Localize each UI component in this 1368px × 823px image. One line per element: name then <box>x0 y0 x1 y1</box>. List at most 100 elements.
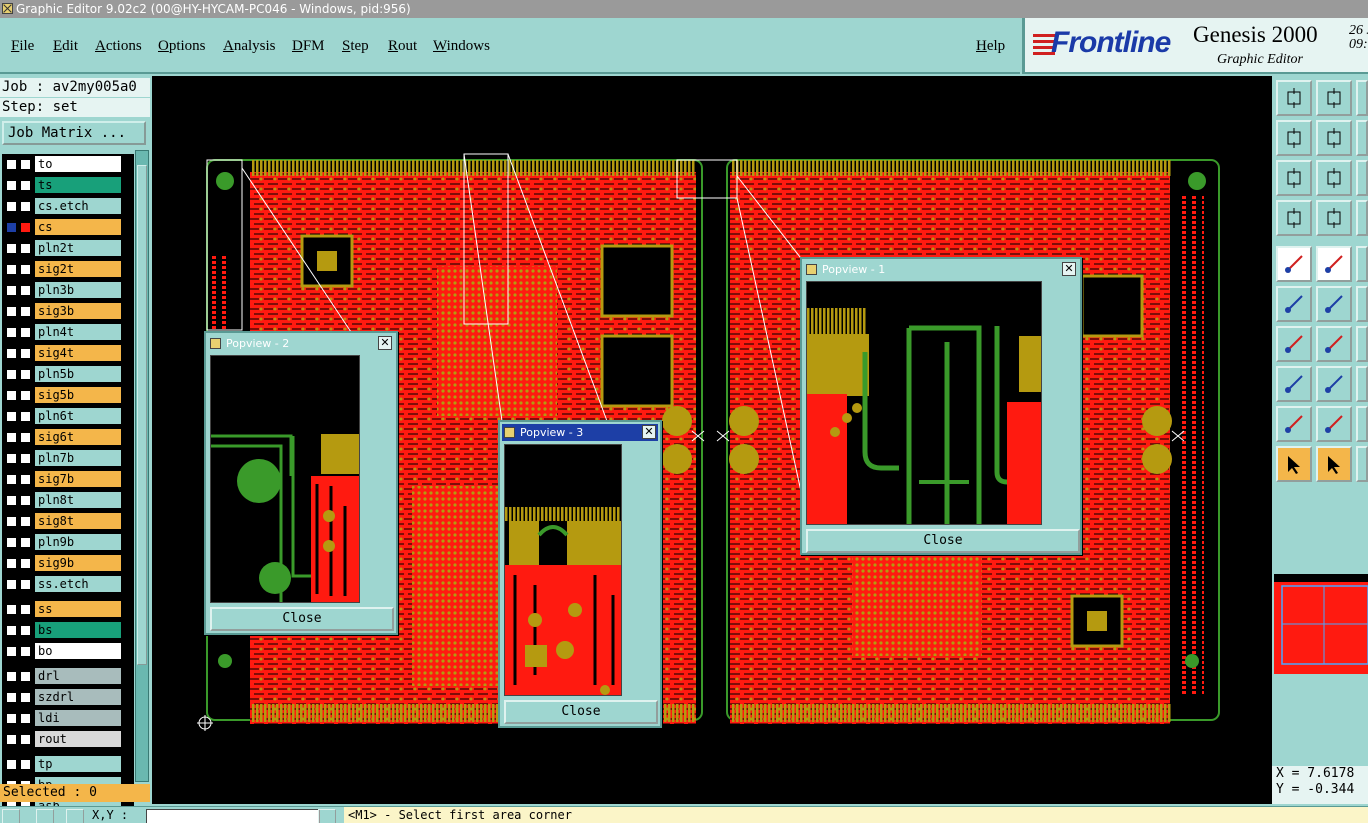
layer-display-checkbox[interactable] <box>20 411 31 422</box>
layer-row-sig3b[interactable]: sig3b <box>2 303 122 319</box>
popview-2-titlebar[interactable]: Popview - 2 ✕ <box>208 335 394 352</box>
layer-row-ts[interactable]: ts <box>2 177 122 193</box>
popview-2-close-button[interactable]: Close <box>210 607 394 631</box>
layer-row-ss-etch[interactable]: ss.etch <box>2 576 122 592</box>
popview-3[interactable]: Popview - 3 ✕ Close <box>498 420 662 728</box>
layer-affected-checkbox[interactable] <box>6 646 17 657</box>
layer-affected-checkbox[interactable] <box>6 369 17 380</box>
layer-display-checkbox[interactable] <box>20 369 31 380</box>
line-add-button[interactable] <box>1316 246 1352 282</box>
scroll-thumb[interactable] <box>137 165 147 665</box>
layer-row-to[interactable]: to <box>2 156 122 172</box>
layer-affected-checkbox[interactable] <box>6 474 17 485</box>
tool-button-partial[interactable] <box>1356 326 1368 362</box>
layer-row-cs[interactable]: cs <box>2 219 122 235</box>
triangle-button[interactable] <box>1276 406 1312 442</box>
layer-display-checkbox[interactable] <box>20 604 31 615</box>
close-icon[interactable]: ✕ <box>1062 262 1076 276</box>
menu-actions[interactable]: Actions <box>95 38 142 55</box>
menu-rout[interactable]: Rout <box>388 38 417 55</box>
layer-display-checkbox[interactable] <box>20 327 31 338</box>
zoom-center-button[interactable] <box>1316 160 1352 196</box>
layer-affected-checkbox[interactable] <box>6 390 17 401</box>
layer-row-sig4t[interactable]: sig4t <box>2 345 122 361</box>
popview-1-view[interactable] <box>806 281 1042 525</box>
layer-display-checkbox[interactable] <box>20 734 31 745</box>
layer-affected-checkbox[interactable] <box>6 180 17 191</box>
layer-affected-checkbox[interactable] <box>6 159 17 170</box>
layer-affected-checkbox[interactable] <box>6 243 17 254</box>
menu-file[interactable]: File <box>11 38 34 55</box>
tool-button-partial[interactable] <box>1356 120 1368 156</box>
layer-row-sig8t[interactable]: sig8t <box>2 513 122 529</box>
layer-display-checkbox[interactable] <box>20 285 31 296</box>
tool-button-partial[interactable] <box>1356 286 1368 322</box>
layer-row-sig2t[interactable]: sig2t <box>2 261 122 277</box>
layer-affected-checkbox[interactable] <box>6 625 17 636</box>
overview-map[interactable] <box>1274 574 1368 674</box>
select-arrow-button[interactable] <box>1276 446 1312 482</box>
layer-row-cs-etch[interactable]: cs.etch <box>2 198 122 214</box>
layer-display-checkbox[interactable] <box>20 759 31 770</box>
layer-affected-checkbox[interactable] <box>6 201 17 212</box>
arrow-down-button[interactable] <box>1316 80 1352 116</box>
layer-affected-checkbox[interactable] <box>6 432 17 443</box>
layer-row-sig9b[interactable]: sig9b <box>2 555 122 571</box>
layer-affected-checkbox[interactable] <box>6 516 17 527</box>
layer-affected-checkbox[interactable] <box>6 453 17 464</box>
close-icon[interactable]: ✕ <box>378 336 392 350</box>
menu-windows[interactable]: Windows <box>433 38 490 55</box>
layer-affected-checkbox[interactable] <box>6 495 17 506</box>
layer-row-pln7b[interactable]: pln7b <box>2 450 122 466</box>
layer-row-pln3b[interactable]: pln3b <box>2 282 122 298</box>
layer-display-checkbox[interactable] <box>20 671 31 682</box>
layer-row-sig6t[interactable]: sig6t <box>2 429 122 445</box>
menu-edit[interactable]: Edit <box>53 38 78 55</box>
dash-line-button[interactable] <box>1316 366 1352 402</box>
layer-row-bs[interactable]: bs <box>2 622 122 638</box>
layer-scrollbar[interactable] <box>135 150 149 782</box>
layer-affected-checkbox[interactable] <box>6 558 17 569</box>
menu-options[interactable]: Options <box>158 38 206 55</box>
layer-display-checkbox[interactable] <box>20 625 31 636</box>
layer-affected-checkbox[interactable] <box>6 604 17 615</box>
layer-affected-checkbox[interactable] <box>6 734 17 745</box>
layer-display-checkbox[interactable] <box>20 201 31 212</box>
polygon-button[interactable] <box>1316 406 1352 442</box>
arrow-tool-icon[interactable] <box>2 809 20 823</box>
node-edit-button[interactable] <box>1276 286 1312 322</box>
arrow-right-button[interactable] <box>1316 120 1352 156</box>
layer-row-szdrl[interactable]: szdrl <box>2 689 122 705</box>
layer-display-checkbox[interactable] <box>20 495 31 506</box>
layer-affected-checkbox[interactable] <box>6 222 17 233</box>
layer-row-ss[interactable]: ss <box>2 601 122 617</box>
diagonal-line-button[interactable] <box>1316 326 1352 362</box>
tool-button-partial[interactable] <box>1356 246 1368 282</box>
layer-display-checkbox[interactable] <box>20 453 31 464</box>
layer-affected-checkbox[interactable] <box>6 264 17 275</box>
pad-add-button[interactable] <box>1276 246 1312 282</box>
ruler-button[interactable] <box>1276 200 1312 236</box>
layer-row-sig7b[interactable]: sig7b <box>2 471 122 487</box>
menu-step[interactable]: Step <box>342 38 369 55</box>
layer-affected-checkbox[interactable] <box>6 579 17 590</box>
tool-button-partial[interactable] <box>1356 160 1368 196</box>
layer-display-checkbox[interactable] <box>20 692 31 703</box>
popview-1-titlebar[interactable]: Popview - 1 ✕ <box>804 261 1078 278</box>
zoom-fit-button[interactable] <box>1276 160 1312 196</box>
layer-affected-checkbox[interactable] <box>6 306 17 317</box>
layer-display-checkbox[interactable] <box>20 646 31 657</box>
menu-help[interactable]: Help <box>976 38 1005 55</box>
check-tool-icon[interactable] <box>36 809 54 823</box>
window-tool-icon[interactable] <box>66 809 84 823</box>
menu-analysis[interactable]: Analysis <box>223 38 276 55</box>
pad-move-button[interactable] <box>1276 366 1312 402</box>
layer-row-tp[interactable]: tp <box>2 756 122 772</box>
popview-2-view[interactable] <box>210 355 360 603</box>
layer-row-sig5b[interactable]: sig5b <box>2 387 122 403</box>
layer-affected-checkbox[interactable] <box>6 411 17 422</box>
layer-display-checkbox[interactable] <box>20 348 31 359</box>
layer-display-checkbox[interactable] <box>20 558 31 569</box>
popview-1-close-button[interactable]: Close <box>806 529 1080 553</box>
layer-display-checkbox[interactable] <box>20 264 31 275</box>
